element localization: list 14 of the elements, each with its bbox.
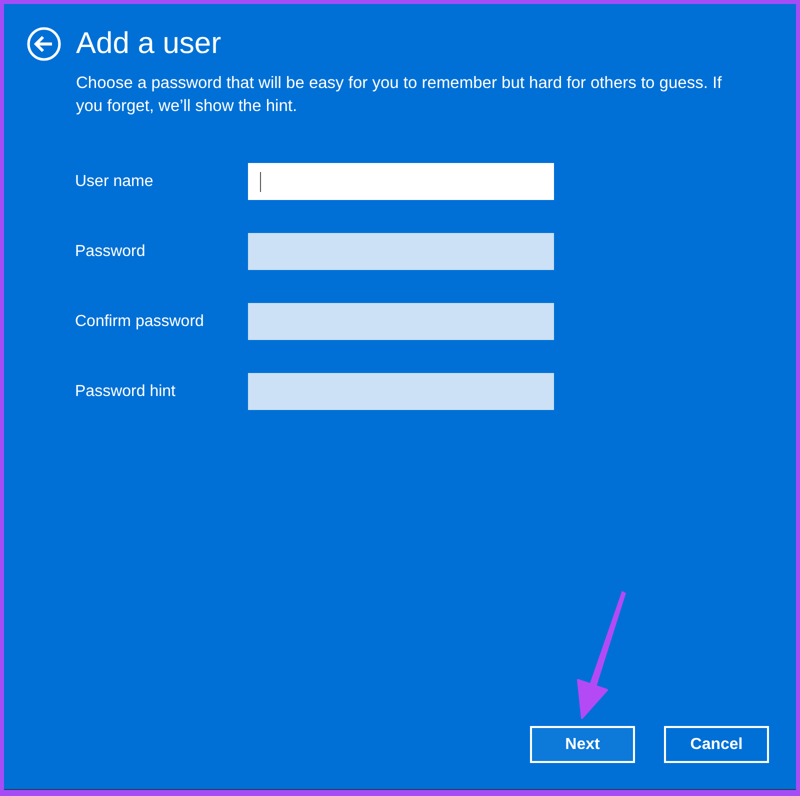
page-title: Add a user [76, 26, 222, 62]
cancel-button[interactable]: Cancel [664, 726, 769, 763]
field-label: User name [75, 172, 154, 190]
input-field[interactable] [248, 233, 554, 270]
input-field[interactable] [248, 163, 554, 200]
field-label: Confirm password [75, 312, 204, 330]
next-button[interactable]: Next [530, 726, 635, 763]
description-text: Choose a password that will be easy for you to remember but hard for others to guess. If you forget, we’ll show the hint. [76, 73, 723, 117]
back-icon[interactable] [27, 27, 61, 61]
input-field[interactable] [248, 373, 554, 410]
field-label: Password hint [75, 382, 176, 400]
field-label: Password [75, 242, 146, 260]
text-cursor-icon [260, 172, 261, 192]
input-field[interactable] [248, 303, 554, 340]
